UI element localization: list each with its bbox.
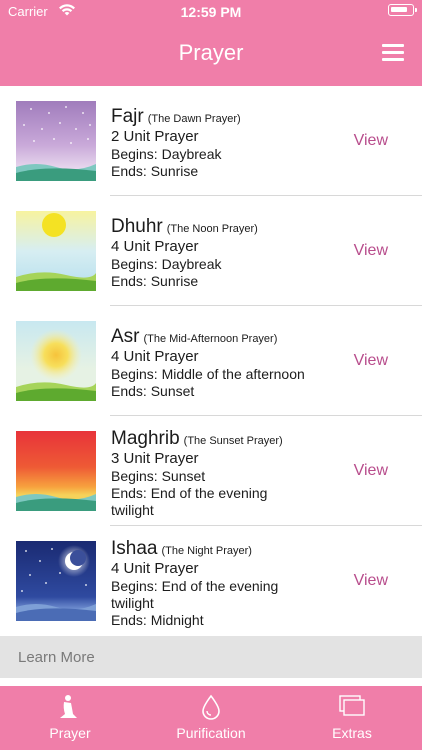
prayer-begins: Begins: Daybreak <box>111 256 222 272</box>
prayer-begins: Begins: End of the evening twilight <box>111 578 279 611</box>
prayer-subtitle: (The Mid-Afternoon Prayer) <box>143 333 278 345</box>
view-button-dhuhr[interactable]: View <box>354 242 388 260</box>
learn-more-button[interactable]: Learn More <box>0 636 422 678</box>
dhuhr-image <box>16 211 96 291</box>
status-time: 12:59 PM <box>180 4 242 20</box>
maghrib-image <box>16 431 96 511</box>
praying-person-icon <box>60 695 77 718</box>
status-bar: Carrier 12:59 PM <box>0 0 422 24</box>
hamburger-menu-icon[interactable] <box>382 44 404 62</box>
prayer-begins: Begins: Sunset <box>111 468 206 484</box>
prayer-units: 4 Unit Prayer <box>111 560 199 577</box>
tab-purification[interactable]: Purification <box>141 686 281 750</box>
view-button-asr[interactable]: View <box>354 352 388 370</box>
prayer-subtitle: (The Noon Prayer) <box>166 223 258 235</box>
tab-label: Purification <box>176 725 246 741</box>
prayer-name: Asr <box>111 326 140 347</box>
prayer-ends: Ends: Midnight <box>111 612 204 628</box>
list-item-fajr[interactable]: Fajr (The Dawn Prayer) 2 Unit Prayer Begi… <box>0 86 422 196</box>
prayer-subtitle: (The Night Prayer) <box>161 545 252 557</box>
prayer-units: 4 Unit Prayer <box>111 348 199 365</box>
prayer-name: Maghrib <box>111 428 180 449</box>
prayer-begins: Begins: Daybreak <box>111 146 222 162</box>
prayer-units: 2 Unit Prayer <box>111 128 199 145</box>
prayer-subtitle: (The Dawn Prayer) <box>147 113 241 125</box>
learn-more-label: Learn More <box>18 649 95 666</box>
prayer-ends: Ends: Sunrise <box>111 273 199 289</box>
header-bar: Carrier 12:59 PM Prayer <box>0 0 422 86</box>
water-drop-icon <box>202 694 220 720</box>
list-item-asr[interactable]: Asr (The Mid-Afternoon Prayer) 4 Unit Pra… <box>0 306 422 416</box>
stacked-windows-icon <box>339 695 365 716</box>
prayer-name: Ishaa <box>111 538 158 559</box>
prayer-name: Dhuhr <box>111 216 163 237</box>
tab-label: Prayer <box>49 725 91 741</box>
prayer-begins: Begins: Middle of the afternoon <box>111 366 305 382</box>
view-button-ishaa[interactable]: View <box>354 572 388 590</box>
list-item-maghrib[interactable]: Maghrib (The Sunset Prayer) 3 Unit Prayer… <box>0 416 422 526</box>
prayer-units: 3 Unit Prayer <box>111 450 199 467</box>
tab-prayer[interactable]: Prayer <box>0 686 140 750</box>
prayer-name: Fajr <box>111 106 144 127</box>
tab-label: Extras <box>332 725 372 741</box>
tab-bar: Prayer Purification Extras <box>0 686 422 750</box>
prayer-ends: Ends: Sunrise <box>111 163 199 179</box>
prayer-ends: Ends: Sunset <box>111 383 195 399</box>
prayer-units: 4 Unit Prayer <box>111 238 199 255</box>
ishaa-image <box>16 541 96 621</box>
prayer-subtitle: (The Sunset Prayer) <box>183 435 283 447</box>
list-item-dhuhr[interactable]: Dhuhr (The Noon Prayer) 4 Unit Prayer Beg… <box>0 196 422 306</box>
view-button-fajr[interactable]: View <box>354 132 388 150</box>
list-item-ishaa[interactable]: Ishaa (The Night Prayer) 4 Unit Prayer Be… <box>0 526 422 636</box>
view-button-maghrib[interactable]: View <box>354 462 388 480</box>
asr-image <box>16 321 96 401</box>
fajr-image <box>16 101 96 181</box>
tab-extras[interactable]: Extras <box>282 686 422 750</box>
battery-icon <box>388 4 417 16</box>
prayer-ends: Ends: End of the evening twilight <box>111 485 268 518</box>
page-title: Prayer <box>178 40 244 65</box>
